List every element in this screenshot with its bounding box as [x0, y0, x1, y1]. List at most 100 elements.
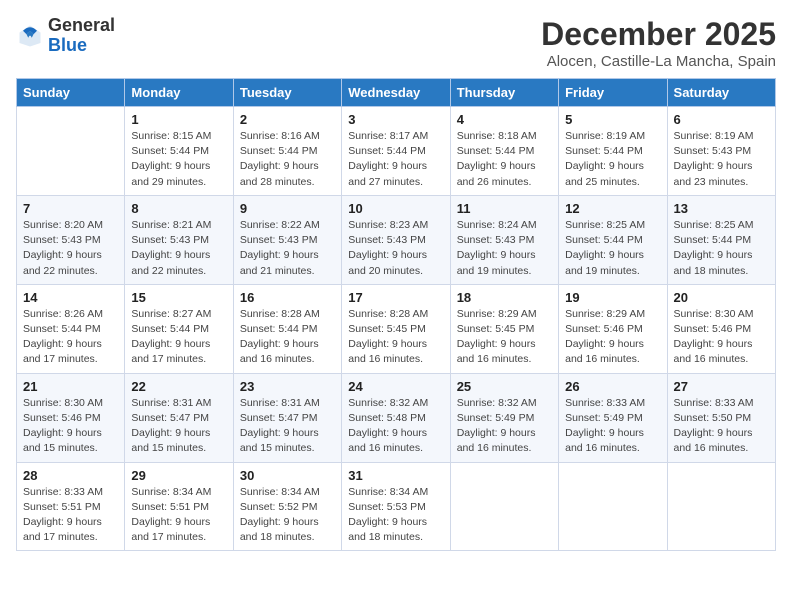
logo: GeneralBlue: [16, 16, 115, 56]
day-number: 10: [348, 201, 443, 216]
day-detail: Sunrise: 8:28 AMSunset: 5:44 PMDaylight:…: [240, 307, 335, 368]
column-header-sunday: Sunday: [17, 79, 125, 107]
calendar-cell: 23 Sunrise: 8:31 AMSunset: 5:47 PMDayligh…: [233, 373, 341, 462]
day-detail: Sunrise: 8:23 AMSunset: 5:43 PMDaylight:…: [348, 218, 443, 279]
day-number: 23: [240, 379, 335, 394]
calendar-cell: 21 Sunrise: 8:30 AMSunset: 5:46 PMDayligh…: [17, 373, 125, 462]
day-detail: Sunrise: 8:25 AMSunset: 5:44 PMDaylight:…: [565, 218, 660, 279]
calendar-header-row: SundayMondayTuesdayWednesdayThursdayFrid…: [17, 79, 776, 107]
day-number: 24: [348, 379, 443, 394]
day-number: 4: [457, 112, 552, 127]
column-header-thursday: Thursday: [450, 79, 558, 107]
calendar-cell: 30 Sunrise: 8:34 AMSunset: 5:52 PMDayligh…: [233, 462, 341, 551]
day-number: 21: [23, 379, 118, 394]
calendar-cell: [17, 107, 125, 196]
calendar-cell: 8 Sunrise: 8:21 AMSunset: 5:43 PMDaylight…: [125, 195, 233, 284]
day-number: 31: [348, 468, 443, 483]
calendar-cell: 15 Sunrise: 8:27 AMSunset: 5:44 PMDayligh…: [125, 284, 233, 373]
calendar-cell: 26Sunrise: 8:33 AMSunset: 5:49 PMDayligh…: [559, 373, 667, 462]
day-number: 30: [240, 468, 335, 483]
calendar-cell: 31Sunrise: 8:34 AMSunset: 5:53 PMDayligh…: [342, 462, 450, 551]
day-number: 9: [240, 201, 335, 216]
day-detail: Sunrise: 8:22 AMSunset: 5:43 PMDaylight:…: [240, 218, 335, 279]
day-detail: Sunrise: 8:33 AMSunset: 5:51 PMDaylight:…: [23, 485, 118, 546]
day-number: 14: [23, 290, 118, 305]
day-number: 6: [674, 112, 769, 127]
subtitle: Alocen, Castille-La Mancha, Spain: [541, 53, 776, 70]
day-number: 5: [565, 112, 660, 127]
logo-text: GeneralBlue: [48, 16, 115, 56]
calendar-week-row: 7Sunrise: 8:20 AMSunset: 5:43 PMDaylight…: [17, 195, 776, 284]
day-detail: Sunrise: 8:30 AMSunset: 5:46 PMDaylight:…: [23, 396, 118, 457]
day-detail: Sunrise: 8:33 AMSunset: 5:50 PMDaylight:…: [674, 396, 769, 457]
calendar-cell: 25 Sunrise: 8:32 AMSunset: 5:49 PMDayligh…: [450, 373, 558, 462]
calendar-cell: [667, 462, 775, 551]
calendar-cell: 19Sunrise: 8:29 AMSunset: 5:46 PMDayligh…: [559, 284, 667, 373]
calendar-cell: 2 Sunrise: 8:16 AMSunset: 5:44 PMDaylight…: [233, 107, 341, 196]
day-number: 20: [674, 290, 769, 305]
day-detail: Sunrise: 8:28 AMSunset: 5:45 PMDaylight:…: [348, 307, 443, 368]
calendar-table: SundayMondayTuesdayWednesdayThursdayFrid…: [16, 78, 776, 551]
day-number: 15: [131, 290, 226, 305]
calendar-cell: 10 Sunrise: 8:23 AMSunset: 5:43 PMDayligh…: [342, 195, 450, 284]
day-number: 18: [457, 290, 552, 305]
day-number: 8: [131, 201, 226, 216]
day-detail: Sunrise: 8:34 AMSunset: 5:52 PMDaylight:…: [240, 485, 335, 546]
calendar-cell: [450, 462, 558, 551]
calendar-week-row: 28 Sunrise: 8:33 AMSunset: 5:51 PMDayligh…: [17, 462, 776, 551]
day-number: 3: [348, 112, 443, 127]
day-detail: Sunrise: 8:34 AMSunset: 5:51 PMDaylight:…: [131, 485, 226, 546]
day-detail: Sunrise: 8:33 AMSunset: 5:49 PMDaylight:…: [565, 396, 660, 457]
page-header: GeneralBlue December 2025 Alocen, Castil…: [16, 16, 776, 70]
day-detail: Sunrise: 8:16 AMSunset: 5:44 PMDaylight:…: [240, 129, 335, 190]
day-detail: Sunrise: 8:25 AMSunset: 5:44 PMDaylight:…: [674, 218, 769, 279]
calendar-week-row: 1 Sunrise: 8:15 AMSunset: 5:44 PMDaylight…: [17, 107, 776, 196]
day-detail: Sunrise: 8:29 AMSunset: 5:45 PMDaylight:…: [457, 307, 552, 368]
day-detail: Sunrise: 8:24 AMSunset: 5:43 PMDaylight:…: [457, 218, 552, 279]
calendar-cell: 14 Sunrise: 8:26 AMSunset: 5:44 PMDayligh…: [17, 284, 125, 373]
column-header-saturday: Saturday: [667, 79, 775, 107]
day-detail: Sunrise: 8:20 AMSunset: 5:43 PMDaylight:…: [23, 218, 118, 279]
calendar-week-row: 21 Sunrise: 8:30 AMSunset: 5:46 PMDayligh…: [17, 373, 776, 462]
column-header-friday: Friday: [559, 79, 667, 107]
day-detail: Sunrise: 8:15 AMSunset: 5:44 PMDaylight:…: [131, 129, 226, 190]
main-title: December 2025: [541, 16, 776, 53]
day-detail: Sunrise: 8:18 AMSunset: 5:44 PMDaylight:…: [457, 129, 552, 190]
calendar-cell: 27 Sunrise: 8:33 AMSunset: 5:50 PMDayligh…: [667, 373, 775, 462]
calendar-cell: 22Sunrise: 8:31 AMSunset: 5:47 PMDayligh…: [125, 373, 233, 462]
calendar-cell: 20 Sunrise: 8:30 AMSunset: 5:46 PMDayligh…: [667, 284, 775, 373]
column-header-tuesday: Tuesday: [233, 79, 341, 107]
day-detail: Sunrise: 8:21 AMSunset: 5:43 PMDaylight:…: [131, 218, 226, 279]
day-detail: Sunrise: 8:32 AMSunset: 5:49 PMDaylight:…: [457, 396, 552, 457]
calendar-cell: 13 Sunrise: 8:25 AMSunset: 5:44 PMDayligh…: [667, 195, 775, 284]
day-number: 27: [674, 379, 769, 394]
calendar-cell: 12Sunrise: 8:25 AMSunset: 5:44 PMDayligh…: [559, 195, 667, 284]
calendar-cell: 29 Sunrise: 8:34 AMSunset: 5:51 PMDayligh…: [125, 462, 233, 551]
calendar-cell: 4 Sunrise: 8:18 AMSunset: 5:44 PMDaylight…: [450, 107, 558, 196]
calendar-cell: 18 Sunrise: 8:29 AMSunset: 5:45 PMDayligh…: [450, 284, 558, 373]
day-detail: Sunrise: 8:29 AMSunset: 5:46 PMDaylight:…: [565, 307, 660, 368]
calendar-cell: 28 Sunrise: 8:33 AMSunset: 5:51 PMDayligh…: [17, 462, 125, 551]
day-number: 13: [674, 201, 769, 216]
title-block: December 2025 Alocen, Castille-La Mancha…: [541, 16, 776, 70]
day-detail: Sunrise: 8:30 AMSunset: 5:46 PMDaylight:…: [674, 307, 769, 368]
day-detail: Sunrise: 8:19 AMSunset: 5:43 PMDaylight:…: [674, 129, 769, 190]
calendar-cell: 3Sunrise: 8:17 AMSunset: 5:44 PMDaylight…: [342, 107, 450, 196]
day-number: 28: [23, 468, 118, 483]
day-detail: Sunrise: 8:31 AMSunset: 5:47 PMDaylight:…: [131, 396, 226, 457]
day-number: 29: [131, 468, 226, 483]
day-number: 16: [240, 290, 335, 305]
calendar-cell: [559, 462, 667, 551]
day-detail: Sunrise: 8:26 AMSunset: 5:44 PMDaylight:…: [23, 307, 118, 368]
day-number: 25: [457, 379, 552, 394]
calendar-cell: 6 Sunrise: 8:19 AMSunset: 5:43 PMDaylight…: [667, 107, 775, 196]
calendar-cell: 17Sunrise: 8:28 AMSunset: 5:45 PMDayligh…: [342, 284, 450, 373]
calendar-cell: 11Sunrise: 8:24 AMSunset: 5:43 PMDayligh…: [450, 195, 558, 284]
day-detail: Sunrise: 8:31 AMSunset: 5:47 PMDaylight:…: [240, 396, 335, 457]
day-number: 2: [240, 112, 335, 127]
day-detail: Sunrise: 8:27 AMSunset: 5:44 PMDaylight:…: [131, 307, 226, 368]
column-header-wednesday: Wednesday: [342, 79, 450, 107]
day-number: 1: [131, 112, 226, 127]
calendar-cell: 5Sunrise: 8:19 AMSunset: 5:44 PMDaylight…: [559, 107, 667, 196]
calendar-cell: 7Sunrise: 8:20 AMSunset: 5:43 PMDaylight…: [17, 195, 125, 284]
